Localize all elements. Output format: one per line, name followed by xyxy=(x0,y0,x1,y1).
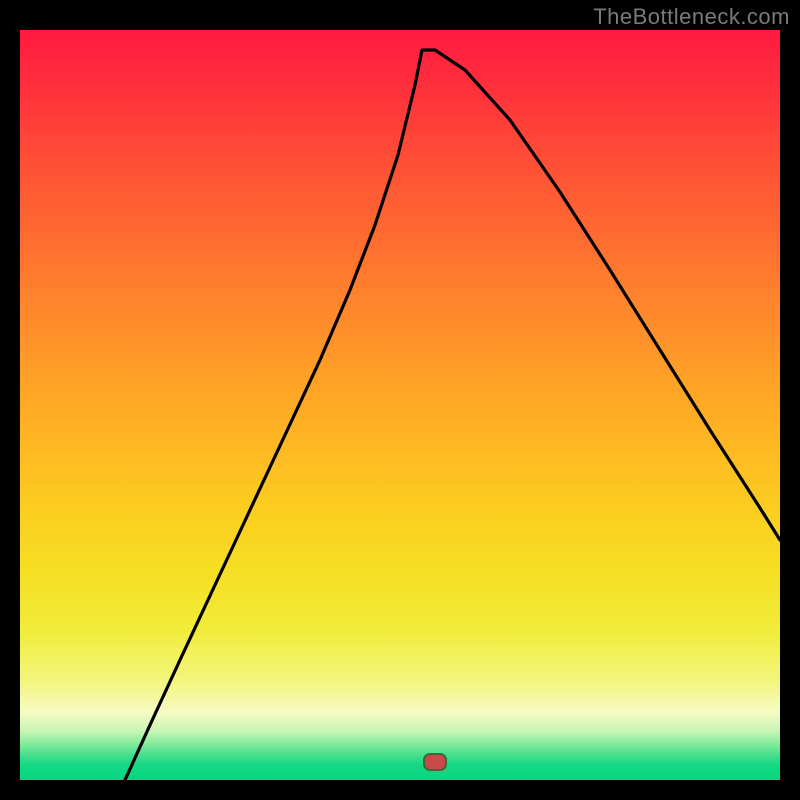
watermark-text: TheBottleneck.com xyxy=(593,4,790,30)
plot-area xyxy=(20,30,780,780)
curve-svg xyxy=(20,30,780,780)
chart-frame: TheBottleneck.com xyxy=(0,0,800,800)
optimum-marker xyxy=(423,753,447,771)
bottleneck-curve xyxy=(125,50,780,780)
